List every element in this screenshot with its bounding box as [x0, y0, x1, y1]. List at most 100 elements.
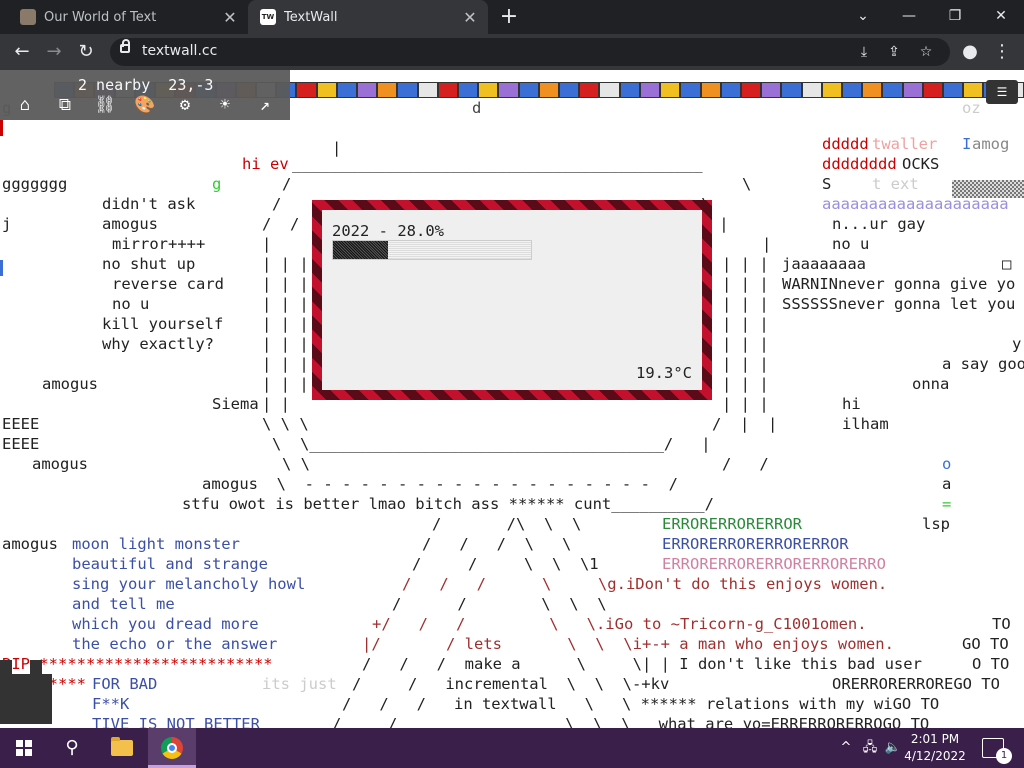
- wall-text: S: [822, 175, 832, 193]
- tab-our-world-of-text[interactable]: Our World of Text ✕: [8, 0, 248, 34]
- color-swatch[interactable]: [841, 82, 863, 98]
- wall-text: ERRORERRORERRORERRORERRO: [662, 555, 886, 573]
- network-icon[interactable]: 🖧: [858, 728, 882, 768]
- text-wall-canvas[interactable]: g d oz | dddddtwaller Iamog hi ev_____________…: [0, 70, 1024, 728]
- file-explorer-button[interactable]: [98, 728, 146, 768]
- tab-search-icon[interactable]: ⌄: [840, 0, 886, 34]
- wall-text: ilham: [842, 415, 889, 433]
- reload-icon[interactable]: ↻: [72, 38, 100, 66]
- wall-text: onna: [912, 375, 950, 393]
- wall-text: WARNINnever gonna give yo: [782, 275, 1016, 293]
- color-swatch[interactable]: [296, 82, 317, 98]
- wall-text: why exactly?: [102, 335, 214, 353]
- link-icon[interactable]: ⛓: [94, 94, 116, 116]
- bookmark-star-icon[interactable]: ☆: [912, 38, 940, 66]
- color-swatch[interactable]: [720, 82, 741, 98]
- color-swatch[interactable]: [902, 82, 923, 98]
- color-swatch[interactable]: [781, 82, 802, 98]
- wall-text: | | |: [262, 255, 309, 273]
- year-progress-bar: [332, 240, 532, 260]
- gear-icon[interactable]: ⚙: [174, 94, 196, 116]
- color-swatch[interactable]: [579, 82, 600, 98]
- color-swatch[interactable]: [922, 82, 943, 98]
- windows-taskbar: ⚲ ^ 🖧 🔈 2:01 PM 4/12/2022 1: [0, 728, 1024, 768]
- home-icon[interactable]: ⌂: [14, 94, 36, 116]
- profile-icon[interactable]: ●: [956, 38, 984, 66]
- start-button[interactable]: [0, 728, 48, 768]
- color-swatch[interactable]: [559, 82, 580, 98]
- textwall-icon: TW: [260, 9, 276, 25]
- minimize-button[interactable]: —: [886, 0, 932, 34]
- color-swatch[interactable]: [639, 82, 661, 98]
- color-swatch[interactable]: [377, 82, 398, 98]
- color-swatch[interactable]: [882, 82, 903, 98]
- wall-text: amogus: [42, 375, 98, 393]
- wall-text: t ext: [872, 175, 919, 193]
- forward-icon[interactable]: →: [40, 38, 68, 66]
- wall-text: n...ur gay: [832, 215, 926, 233]
- color-swatch[interactable]: [316, 82, 337, 98]
- notification-center-icon[interactable]: 1: [982, 738, 1012, 764]
- color-swatch[interactable]: [498, 82, 519, 98]
- wall-text: | | |: [262, 295, 309, 313]
- color-swatch[interactable]: [761, 82, 782, 98]
- close-tab-icon[interactable]: ✕: [458, 8, 482, 27]
- color-swatch[interactable]: [397, 82, 418, 98]
- wall-text: ddddd: [822, 135, 869, 153]
- chrome-taskbar-button[interactable]: [148, 728, 196, 768]
- color-swatch[interactable]: [599, 82, 620, 98]
- coordinates-readout: 2 nearby 23,-3: [78, 76, 214, 94]
- color-swatch[interactable]: [700, 82, 721, 98]
- search-icon[interactable]: ⚲: [48, 728, 96, 768]
- chat-icon[interactable]: ☰: [986, 80, 1018, 104]
- wall-text: | | |: [722, 395, 769, 413]
- color-swatch[interactable]: [821, 82, 842, 98]
- color-swatch[interactable]: [478, 82, 499, 98]
- color-swatch[interactable]: [801, 82, 822, 98]
- temperature-label: 19.3°C: [636, 364, 692, 382]
- brightness-icon[interactable]: ☀: [214, 94, 236, 116]
- restore-button[interactable]: ❐: [932, 0, 978, 34]
- install-app-icon[interactable]: ⤓: [850, 38, 878, 66]
- address-bar[interactable]: textwall.cc ⤓ ⇪ ☆: [110, 38, 950, 66]
- expand-arrow-icon[interactable]: ↗: [254, 94, 276, 116]
- color-swatch[interactable]: [538, 82, 560, 98]
- wall-text: \: [742, 175, 752, 193]
- color-swatch[interactable]: [680, 82, 701, 98]
- color-swatch[interactable]: [619, 82, 640, 98]
- lock-icon: [120, 39, 130, 53]
- wall-text: =: [942, 495, 952, 513]
- wall-text: | | |: [722, 315, 769, 333]
- system-clock[interactable]: 2:01 PM 4/12/2022: [900, 731, 970, 765]
- wall-text: +/ / / \ \.iGo to ~Tricorn-g_C1001omen.: [372, 615, 867, 633]
- share-icon[interactable]: ⇪: [880, 38, 908, 66]
- wall-text: which you dread more: [72, 615, 259, 633]
- color-swatch[interactable]: [740, 82, 762, 98]
- color-swatch[interactable]: [417, 82, 438, 98]
- wall-text: | | |: [262, 275, 309, 293]
- color-swatch[interactable]: [336, 82, 358, 98]
- tray-chevron-icon[interactable]: ^: [836, 728, 856, 768]
- clock-date: 4/12/2022: [904, 749, 966, 763]
- color-swatch[interactable]: [660, 82, 681, 98]
- new-tab-button[interactable]: +: [496, 4, 522, 30]
- wall-text: GO TO: [962, 635, 1009, 653]
- color-swatch[interactable]: [963, 82, 984, 98]
- wall-text: twaller: [872, 135, 938, 153]
- back-icon[interactable]: ←: [8, 38, 36, 66]
- palette-icon[interactable]: 🎨: [134, 94, 156, 116]
- color-swatch[interactable]: [458, 82, 479, 98]
- wall-text: EEEE: [2, 435, 40, 453]
- menu-kebab-icon[interactable]: ⋮: [988, 38, 1016, 66]
- tab-textwall[interactable]: TW TextWall ✕: [248, 0, 488, 34]
- color-swatch[interactable]: [437, 82, 459, 98]
- color-swatch[interactable]: [942, 82, 964, 98]
- color-swatch[interactable]: [862, 82, 883, 98]
- color-swatch[interactable]: [518, 82, 539, 98]
- close-window-button[interactable]: ✕: [978, 0, 1024, 34]
- wall-text: dddddddd: [822, 155, 897, 173]
- wall-text: RIP *************************: [2, 655, 273, 673]
- close-tab-icon[interactable]: ✕: [218, 8, 242, 27]
- copy-icon[interactable]: ⧉: [54, 94, 76, 116]
- color-swatch[interactable]: [357, 82, 378, 98]
